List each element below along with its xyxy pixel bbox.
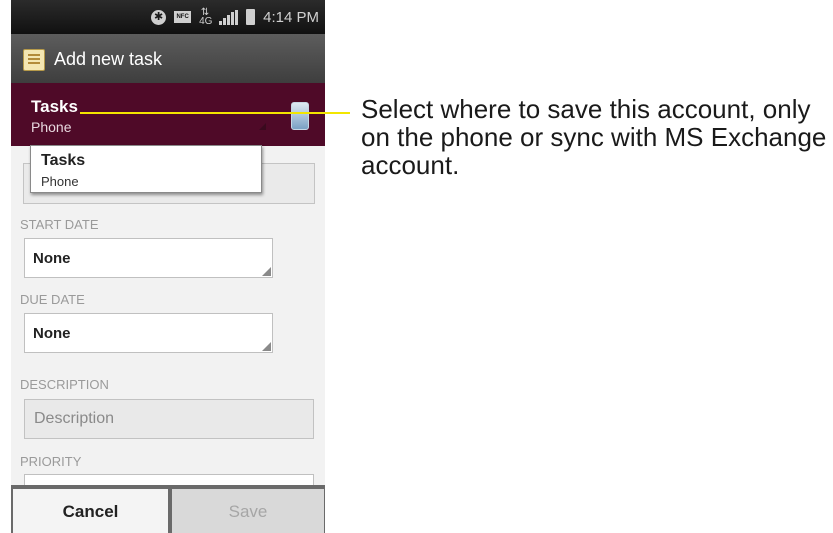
account-selector-title: Tasks — [31, 97, 78, 116]
start-date-label: START DATE — [20, 217, 99, 232]
signal-icon — [219, 9, 239, 25]
save-button[interactable]: Save — [172, 489, 324, 533]
start-date-value: None — [33, 250, 71, 267]
priority-label: PRIORITY — [20, 454, 82, 469]
network-label: 4G — [199, 16, 213, 27]
action-bar: Add new task — [11, 34, 325, 83]
account-selector[interactable]: Tasks Phone — [11, 83, 325, 146]
callout-line — [80, 112, 350, 114]
callout-text: Select where to save this account, only … — [361, 94, 827, 180]
phone-icon — [291, 102, 309, 130]
button-bar: Cancel Save — [11, 485, 325, 533]
description-label: DESCRIPTION — [20, 377, 109, 392]
status-bar: ✱ NFC ⇅ 4G 4:14 PM — [11, 0, 325, 34]
description-input[interactable]: Description — [24, 399, 314, 439]
dropdown-option-title: Tasks — [41, 152, 86, 169]
page-title: Add new task — [54, 49, 163, 69]
start-date-picker[interactable]: None — [24, 238, 273, 278]
status-time: 4:14 PM — [263, 8, 319, 26]
spinner-corner-icon — [262, 342, 271, 351]
phone-screen: ✱ NFC ⇅ 4G 4:14 PM Add new task Tasks Pho… — [11, 0, 325, 533]
task-notes-icon — [23, 49, 45, 71]
bluetooth-icon: ✱ — [151, 9, 167, 25]
dropdown-option-subtitle: Phone — [41, 174, 79, 189]
battery-icon — [246, 9, 256, 25]
account-selector-subtitle: Phone — [31, 119, 72, 135]
spinner-corner-icon — [262, 267, 271, 276]
due-date-value: None — [33, 325, 71, 342]
4g-icon: ⇅ 4G — [199, 7, 213, 27]
account-dropdown-menu: Tasks Phone — [30, 145, 262, 193]
nfc-icon: NFC — [174, 11, 192, 23]
description-placeholder: Description — [34, 410, 115, 427]
due-date-label: DUE DATE — [20, 292, 85, 307]
due-date-picker[interactable]: None — [24, 313, 273, 353]
dropdown-caret-icon — [259, 123, 266, 130]
cancel-button[interactable]: Cancel — [13, 489, 168, 533]
